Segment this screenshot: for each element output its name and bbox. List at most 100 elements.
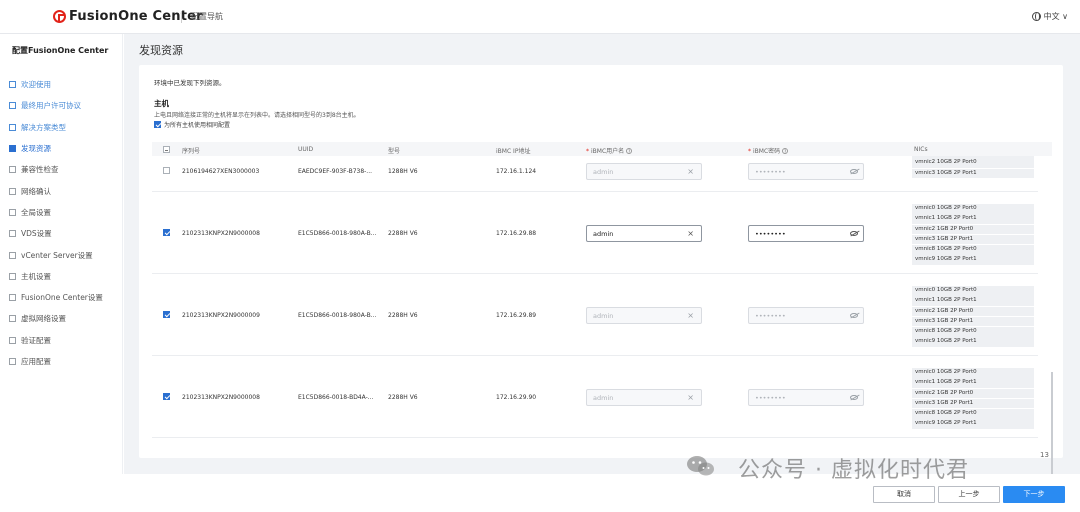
nic-tag: vmnic3 1GB 2P Port1 bbox=[912, 316, 1034, 327]
sidebar-step[interactable]: FusionOne Center设置 bbox=[9, 287, 103, 308]
ibmc-username-value: admin bbox=[593, 394, 614, 402]
row-checkbox[interactable] bbox=[163, 229, 170, 236]
row-checkbox[interactable] bbox=[163, 393, 170, 400]
hide-password-icon[interactable] bbox=[850, 395, 858, 400]
nic-tag: vmnic8 10GB 2P Port0 bbox=[912, 327, 1034, 337]
wechat-icon bbox=[687, 456, 714, 476]
clear-icon[interactable]: × bbox=[687, 229, 694, 238]
nic-tag: vmnic2 10GB 2P Port0 bbox=[912, 158, 1034, 168]
hide-password-icon[interactable] bbox=[850, 313, 858, 318]
sidebar-step[interactable]: 全局设置 bbox=[9, 202, 103, 223]
step-status-icon bbox=[9, 102, 16, 110]
ibmc-password-input[interactable]: •••••••• bbox=[748, 389, 864, 406]
next-button[interactable]: 下一步 bbox=[1003, 486, 1065, 503]
serial-number: 2102313KNPX2N9000008 bbox=[182, 230, 260, 237]
watermark-text: 公众号 · 虚拟化时代君 bbox=[738, 458, 969, 483]
ibmc-password-value: •••••••• bbox=[755, 230, 786, 238]
step-status-icon bbox=[9, 230, 16, 238]
uuid: E1C5D866-0018-BD4A-... bbox=[298, 394, 374, 401]
brand-name: FusionOne Center bbox=[69, 9, 203, 24]
sidebar-step[interactable]: 欢迎使用 bbox=[9, 74, 103, 95]
table-row[interactable]: 2102313KNPX2N9000008 E1C5D866-0018-980A-B… bbox=[152, 192, 1038, 274]
sidebar-step-label: 虚拟网络设置 bbox=[21, 314, 66, 324]
sidebar-step[interactable]: 虚拟网络设置 bbox=[9, 308, 103, 329]
sidebar-step[interactable]: 主机设置 bbox=[9, 266, 103, 287]
language-switcher[interactable]: 中文 ∨ bbox=[1031, 11, 1068, 22]
page-title: 发现资源 bbox=[139, 44, 183, 57]
sidebar-step[interactable]: 应用配置 bbox=[9, 351, 103, 372]
sidebar-step-label: 主机设置 bbox=[21, 271, 51, 281]
model: 2288H V6 bbox=[388, 394, 418, 401]
intro-text: 环境中已发现下列资源。 bbox=[154, 79, 226, 87]
ibmc-password-input[interactable]: •••••••• bbox=[748, 163, 864, 180]
sidebar-step[interactable]: 最终用户许可协议 bbox=[9, 95, 103, 116]
step-status-icon bbox=[9, 315, 16, 323]
sidebar-step[interactable]: 验证配置 bbox=[9, 330, 103, 351]
col-ibmc-ip: iBMC IP地址 bbox=[496, 148, 531, 155]
nic-list: vmnic0 10GB 2P Port0 vmnic1 10GB 2P Port1… bbox=[912, 368, 1036, 430]
table-scrollbar[interactable] bbox=[1051, 372, 1053, 474]
sidebar-step-label: FusionOne Center设置 bbox=[21, 293, 103, 303]
nic-tag: vmnic9 10GB 2P Port1 bbox=[912, 337, 1034, 347]
ibmc-username-input[interactable]: admin × bbox=[586, 307, 702, 324]
nic-tag: vmnic3 1GB 2P Port1 bbox=[912, 234, 1034, 245]
previous-button[interactable]: 上一步 bbox=[938, 486, 1000, 503]
ibmc-ip: 172.16.29.88 bbox=[496, 230, 537, 237]
uuid: E1C5D866-0018-980A-B... bbox=[298, 312, 377, 319]
sidebar-step[interactable]: 解决方案类型 bbox=[9, 117, 103, 138]
ibmc-username-input[interactable]: admin × bbox=[586, 389, 702, 406]
clear-icon[interactable]: × bbox=[687, 167, 694, 176]
ibmc-username-input[interactable]: admin × bbox=[586, 225, 702, 242]
sidebar-step-label: 网络确认 bbox=[21, 186, 51, 196]
row-checkbox[interactable] bbox=[163, 311, 170, 318]
select-all-checkbox[interactable] bbox=[163, 146, 170, 153]
nic-tag: vmnic3 1GB 2P Port1 bbox=[912, 398, 1034, 409]
table-row[interactable]: 2102313KNPX2N9000009 E1C5D866-0018-980A-B… bbox=[152, 274, 1038, 356]
step-status-icon bbox=[9, 336, 16, 344]
help-icon[interactable]: ? bbox=[782, 148, 789, 154]
table-row[interactable]: 2102313KNPX2N9000008 E1C5D866-0018-BD4A-.… bbox=[152, 356, 1038, 438]
header-divider bbox=[181, 11, 182, 23]
clear-icon[interactable]: × bbox=[687, 311, 694, 320]
sidebar-step[interactable]: 发现资源 bbox=[9, 138, 103, 159]
same-config-option[interactable]: 为所有主机使用相同配置 bbox=[154, 120, 230, 129]
col-uuid: UUID bbox=[298, 146, 314, 153]
serial-number: 2106194627XEN3000003 bbox=[182, 168, 260, 175]
nic-tag: vmnic0 10GB 2P Port0 bbox=[912, 286, 1034, 296]
nic-tag: vmnic9 10GB 2P Port1 bbox=[912, 419, 1034, 429]
hosts-table-header: 序列号 UUID 型号 iBMC IP地址 * iBMC用户名? * iBMC密码?… bbox=[152, 142, 1052, 156]
sidebar-steps: 欢迎使用 最终用户许可协议解决方案类型发现资源 兼容性检查网络确认全局设置 VDS设置… bbox=[9, 74, 103, 372]
step-status-icon bbox=[9, 123, 16, 131]
sidebar: 配置FusionOne Center 欢迎使用 最终用户许可协议 解决方案类型 发现资… bbox=[0, 34, 123, 512]
sidebar-step-label: vCenter Server设置 bbox=[21, 250, 93, 260]
col-model: 型号 bbox=[388, 148, 401, 155]
step-status-icon bbox=[9, 81, 16, 89]
sidebar-step-label: 解决方案类型 bbox=[21, 122, 66, 132]
ibmc-password-input[interactable]: •••••••• bbox=[748, 307, 864, 324]
nic-tag: vmnic8 10GB 2P Port0 bbox=[912, 409, 1034, 419]
sidebar-step[interactable]: vCenter Server设置 bbox=[9, 244, 103, 265]
hide-password-icon[interactable] bbox=[850, 231, 858, 236]
nic-tag: vmnic0 10GB 2P Port0 bbox=[912, 204, 1034, 214]
step-status-icon bbox=[9, 187, 16, 195]
sidebar-step[interactable]: 网络确认 bbox=[9, 180, 103, 201]
nic-tag: vmnic2 1GB 2P Port0 bbox=[912, 224, 1034, 235]
table-row[interactable]: 2106194627XEN3000003 EAEDC9EF-903F-B738-.… bbox=[152, 156, 1038, 192]
col-ibmc-user: * iBMC用户名? bbox=[586, 148, 633, 155]
nic-tag: vmnic1 10GB 2P Port1 bbox=[912, 296, 1034, 306]
ibmc-ip: 172.16.29.90 bbox=[496, 394, 537, 401]
ibmc-password-input[interactable]: •••••••• bbox=[748, 225, 864, 242]
sidebar-step[interactable]: VDS设置 bbox=[9, 223, 103, 244]
model: 2288H V6 bbox=[388, 312, 418, 319]
same-config-checkbox[interactable] bbox=[154, 121, 161, 128]
cancel-button[interactable]: 取消 bbox=[873, 486, 935, 503]
ibmc-username-input[interactable]: admin × bbox=[586, 163, 702, 180]
discovery-panel: 环境中已发现下列资源。 主机 上电且网络连接正常的主机将显示在列表中。请选择相同… bbox=[139, 65, 1063, 474]
sidebar-step[interactable]: 兼容性检查 bbox=[9, 159, 103, 180]
ibmc-username-value: admin bbox=[593, 168, 614, 176]
top-bar: FusionOne Center 配置导航 中文 ∨ bbox=[0, 0, 1080, 34]
help-icon[interactable]: ? bbox=[626, 148, 633, 154]
hide-password-icon[interactable] bbox=[850, 169, 858, 174]
clear-icon[interactable]: × bbox=[687, 393, 694, 402]
row-checkbox[interactable] bbox=[163, 167, 170, 174]
